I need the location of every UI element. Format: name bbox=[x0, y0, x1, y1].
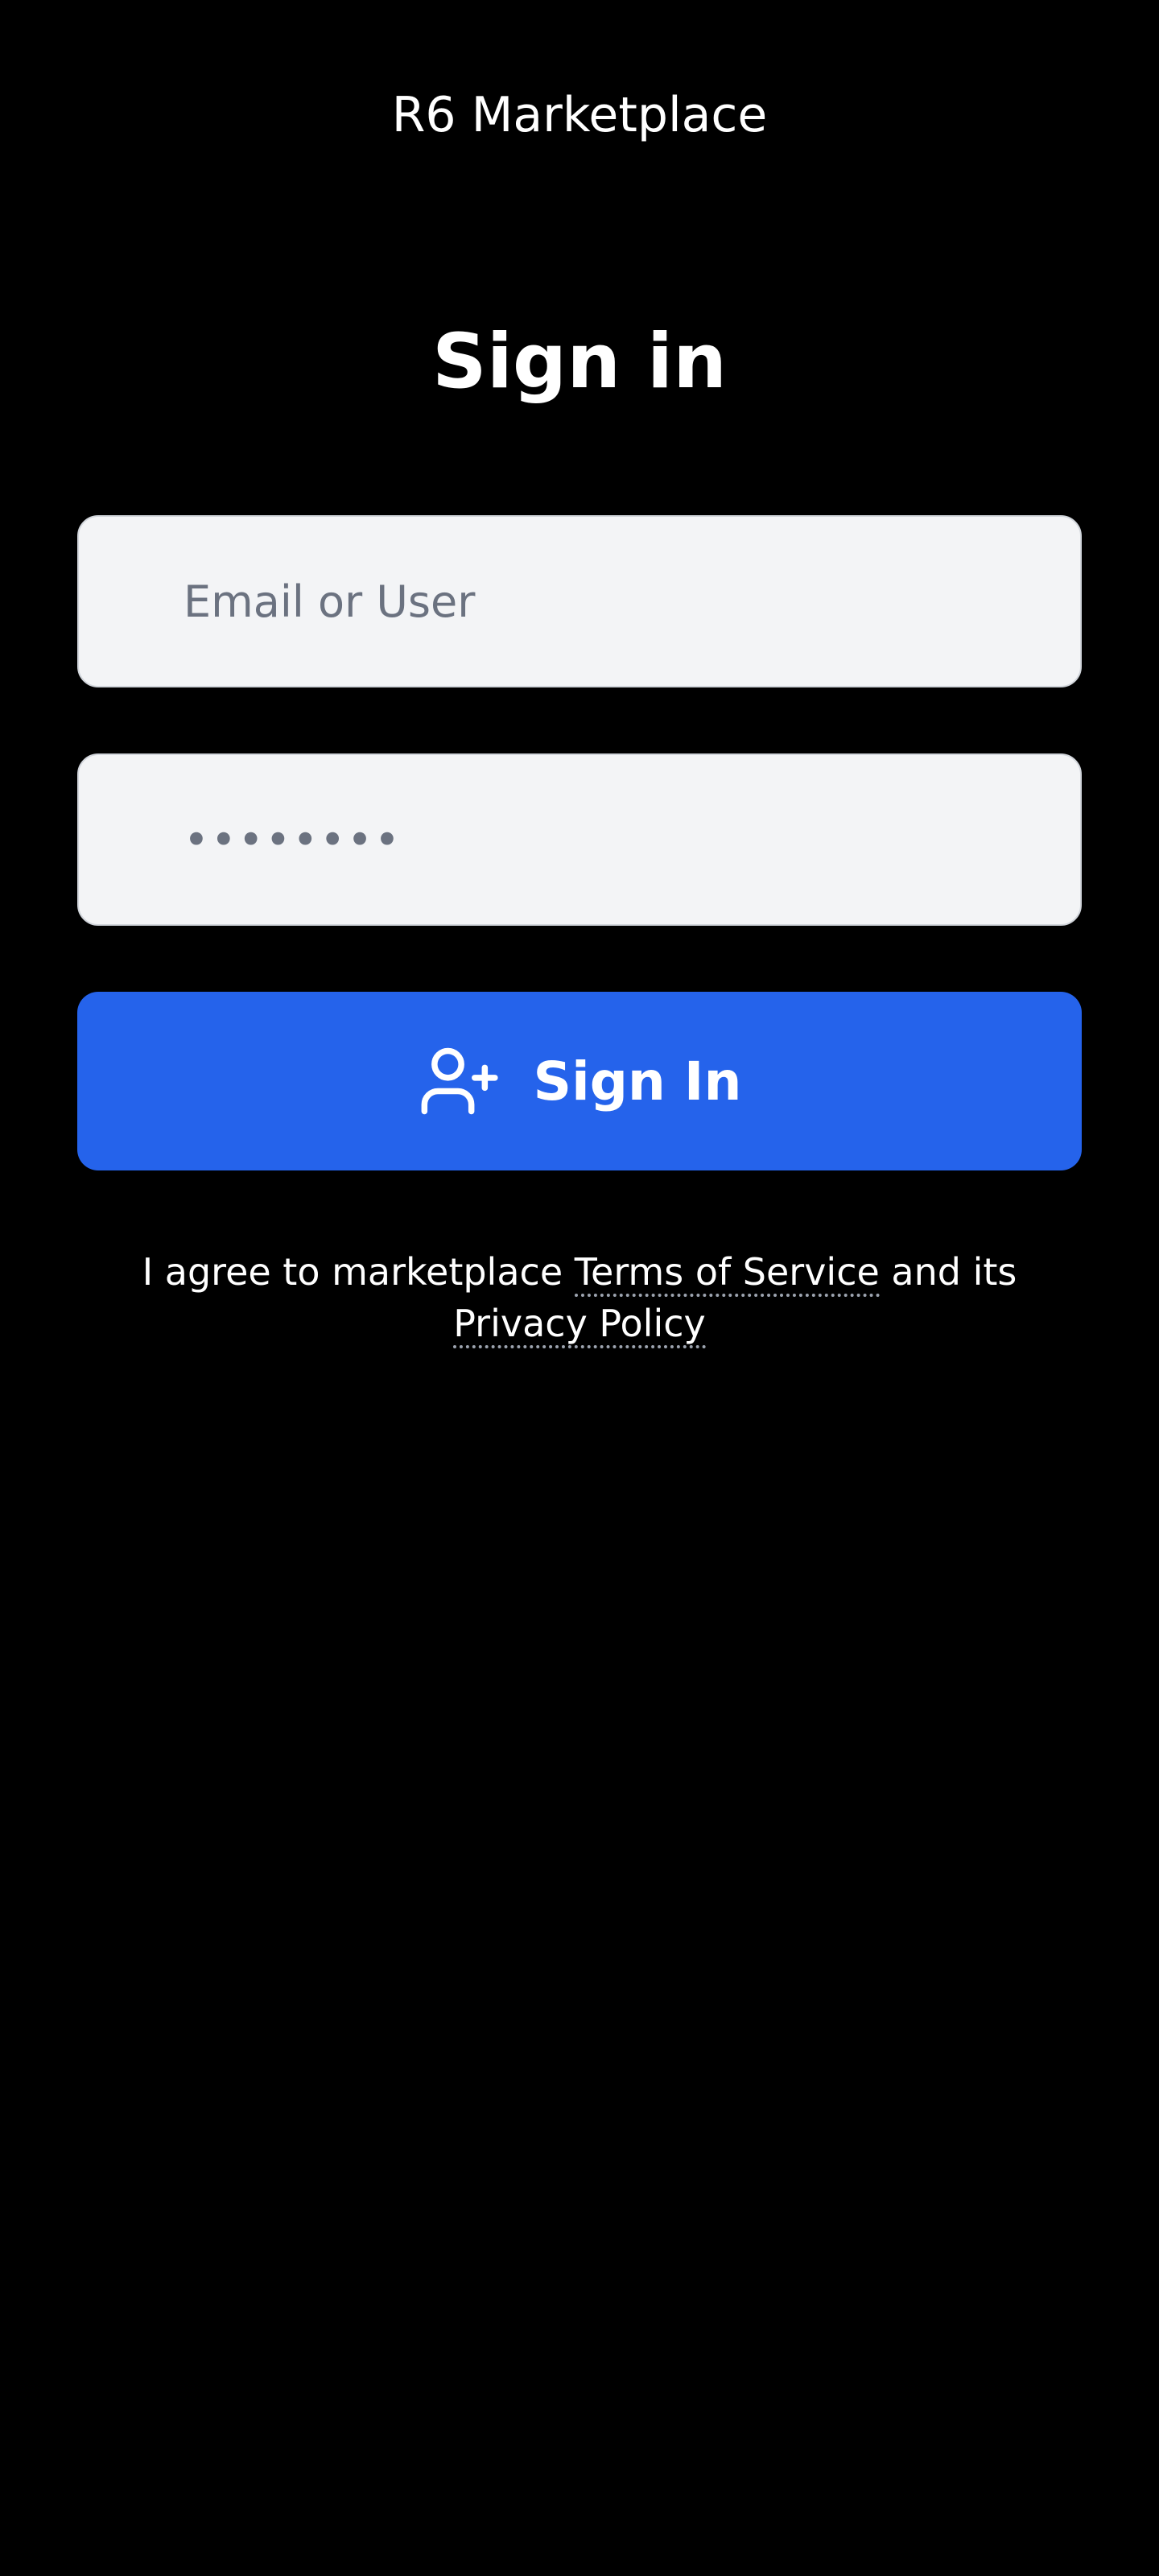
sign-in-button-label: Sign In bbox=[533, 1050, 742, 1113]
privacy-policy-link[interactable]: Privacy Policy bbox=[453, 1302, 706, 1348]
password-input[interactable] bbox=[79, 755, 1080, 924]
terms-agreement: I agree to marketplace Terms of Service … bbox=[97, 1246, 1062, 1349]
user-plus-icon bbox=[418, 1041, 498, 1121]
page-title: Sign in bbox=[432, 318, 727, 406]
app-title: R6 Marketplace bbox=[391, 87, 768, 143]
terms-prefix: I agree to marketplace bbox=[142, 1250, 575, 1294]
email-input[interactable] bbox=[79, 517, 1080, 686]
email-field-container bbox=[77, 515, 1082, 687]
terms-of-service-link[interactable]: Terms of Service bbox=[574, 1250, 880, 1297]
sign-in-button[interactable]: Sign In bbox=[77, 992, 1082, 1170]
password-field-container: •••••••• bbox=[77, 753, 1082, 926]
terms-middle: and its bbox=[879, 1250, 1017, 1294]
